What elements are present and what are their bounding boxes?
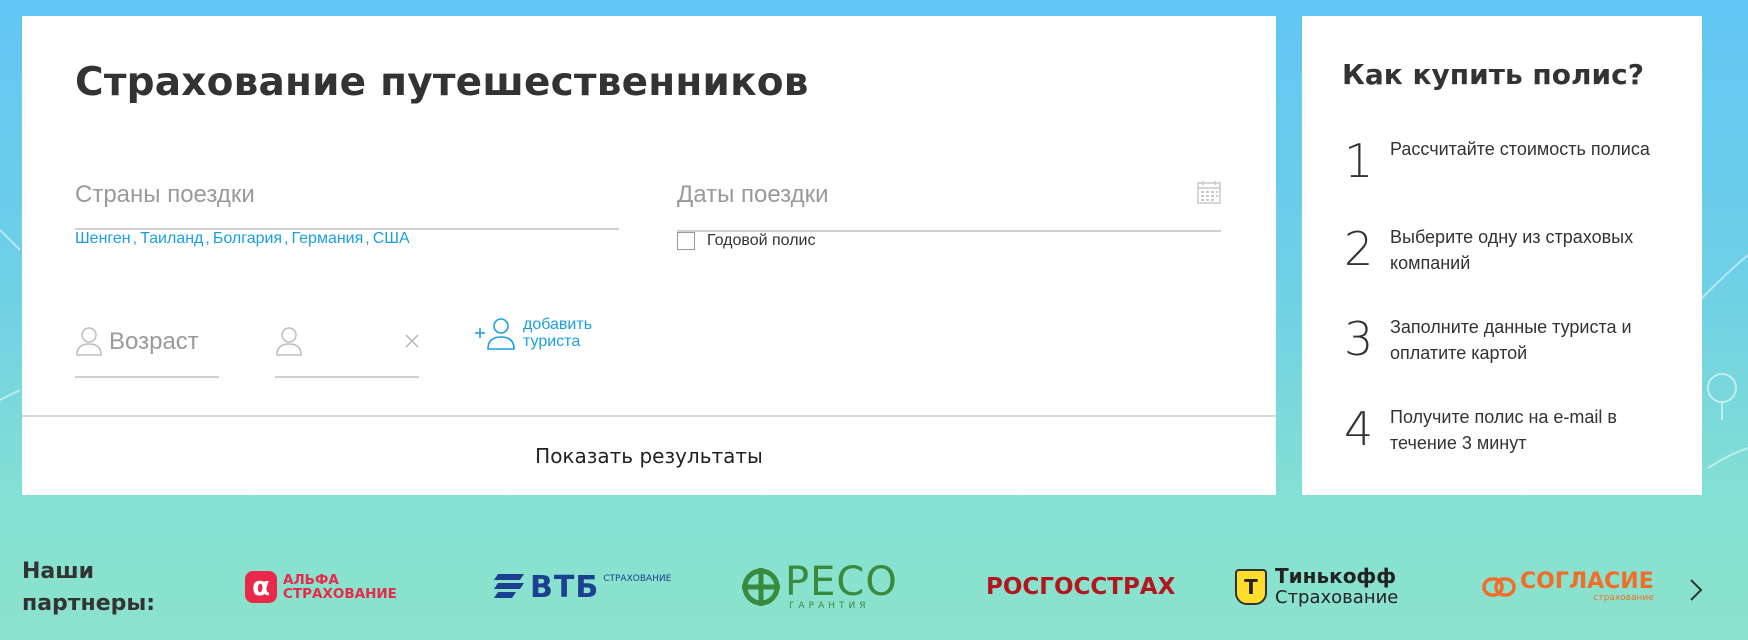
tourist-age-input-2[interactable] [275, 308, 419, 378]
step-number: 2 [1344, 222, 1374, 276]
step-text: Выберите одну из страховых компаний [1390, 227, 1634, 273]
person-icon [276, 327, 302, 356]
age-placeholder: Возраст [109, 328, 199, 355]
reso-mark-icon [742, 568, 780, 606]
soglasie-mark-icon [1482, 577, 1516, 597]
step-item: 4 Получите полис на e-mail в течение 3 м… [1344, 402, 1684, 462]
annual-policy-checkbox[interactable] [677, 232, 695, 250]
page-title: Страхование путешественников [75, 60, 809, 105]
popular-country-link[interactable]: Таиланд [140, 230, 203, 247]
chevron-right-icon[interactable] [1686, 576, 1706, 604]
popular-countries: Шенген, Таиланд, Болгария, Германия, США [75, 230, 410, 247]
popular-country-link[interactable]: Германия [292, 230, 364, 247]
how-to-buy-card: Как купить полис? 1 Рассчитайте стоимост… [1302, 16, 1702, 495]
tinkoff-insurance-logo[interactable]: Т Тинькофф Страхование [1235, 560, 1398, 614]
step-number: 1 [1344, 134, 1374, 188]
countries-input[interactable]: Страны поездки [75, 166, 619, 230]
rosgosstrakh-logo[interactable]: РОСГОССТРАХ [986, 560, 1175, 614]
add-person-icon [475, 318, 515, 350]
popular-country-link[interactable]: Шенген [75, 230, 131, 247]
step-number: 3 [1344, 312, 1374, 366]
popular-country-link[interactable]: США [373, 230, 410, 247]
popular-country-link[interactable]: Болгария [213, 230, 282, 247]
how-to-buy-title: Как купить полис? [1342, 58, 1644, 91]
alfa-mark: α [245, 571, 277, 603]
annual-policy-option[interactable]: Годовой полис [677, 232, 815, 250]
step-text: Рассчитайте стоимость полиса [1390, 139, 1650, 159]
person-icon [76, 327, 102, 356]
add-tourist-button[interactable]: добавить туриста [474, 316, 603, 350]
search-card: Страхование путешественников Страны поез… [22, 16, 1276, 495]
alfa-insurance-logo[interactable]: α АЛЬФА СТРАХОВАНИЕ [245, 560, 397, 614]
add-tourist-label: добавить туриста [523, 316, 593, 350]
step-item: 1 Рассчитайте стоимость полиса [1344, 134, 1684, 194]
soglasie-logo[interactable]: СОГЛАСИЕ страхование [1482, 560, 1654, 614]
annual-policy-label: Годовой полис [707, 232, 816, 249]
step-item: 2 Выберите одну из страховых компаний [1344, 222, 1684, 282]
tinkoff-mark: Т [1235, 569, 1267, 605]
step-text: Получите полис на e-mail в течение 3 мин… [1390, 407, 1617, 453]
partners-title: Наши партнеры: [22, 559, 156, 616]
vtb-insurance-logo[interactable]: ВТБ СТРАХОВАНИЕ [494, 560, 671, 614]
reso-logo[interactable]: РЕСО ГАРАНТИЯ [741, 560, 898, 614]
step-number: 4 [1344, 402, 1374, 456]
step-item: 3 Заполните данные туриста и оплатите ка… [1344, 312, 1684, 372]
vtb-mark-icon [494, 574, 524, 598]
dates-input[interactable]: Даты поездки [677, 166, 1221, 232]
show-results-button[interactable]: Показать результаты [22, 417, 1276, 495]
remove-tourist-icon[interactable] [405, 334, 419, 348]
calendar-icon[interactable] [1197, 180, 1221, 204]
step-text: Заполните данные туриста и оплатите карт… [1390, 317, 1632, 363]
dates-placeholder: Даты поездки [677, 181, 829, 208]
tourist-age-input[interactable]: Возраст [75, 308, 219, 378]
countries-placeholder: Страны поездки [75, 181, 255, 208]
